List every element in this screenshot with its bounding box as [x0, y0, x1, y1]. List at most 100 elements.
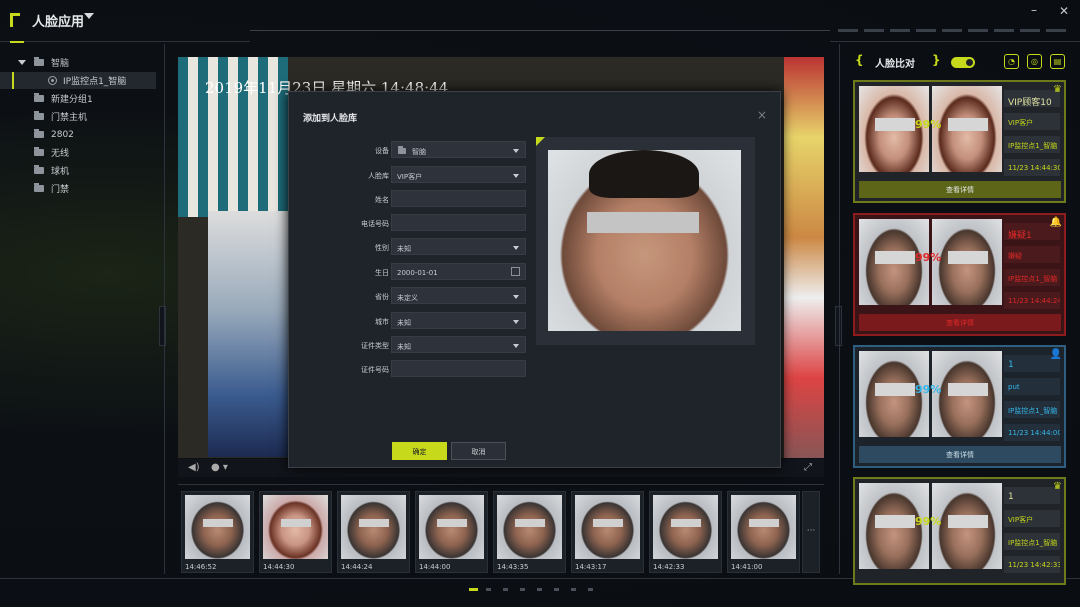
capture-thumbnail[interactable]: 14:43:35 — [493, 491, 566, 573]
bell-icon[interactable]: ◔ — [1004, 54, 1019, 69]
app-title[interactable]: 人脸应用 — [32, 11, 84, 30]
capture-time: 14:46:52 — [185, 563, 217, 571]
view-details-button[interactable]: 查看详情 — [859, 181, 1061, 198]
clipboard-icon[interactable]: ▤ — [1050, 54, 1065, 69]
privacy-mask — [875, 118, 915, 131]
header-ticks — [838, 29, 1068, 32]
device-select-value: 智脑 — [412, 148, 426, 156]
bell-icon: 🔔 — [1049, 217, 1062, 228]
face-compare-toggle[interactable] — [951, 57, 975, 68]
privacy-mask — [515, 519, 545, 527]
title-bracket-left: { — [855, 53, 864, 67]
phone-input[interactable] — [391, 214, 526, 231]
capture-thumbnail[interactable]: 14:44:24 — [337, 491, 410, 573]
tree-item-label: 新建分组1 — [51, 95, 93, 105]
field-label: 证件号码 — [361, 366, 389, 374]
capture-thumbnail[interactable]: 14:44:30 — [259, 491, 332, 573]
compare-result-card[interactable]: 99% 1 put IP监控点1_智脑 11/23 14:44:00 查看详情 👤 — [853, 345, 1066, 468]
left-divider — [164, 44, 165, 574]
page-dot[interactable] — [537, 588, 542, 591]
capture-time: 14:44:24 — [341, 563, 373, 571]
privacy-mask — [593, 519, 623, 527]
page-dot[interactable] — [469, 588, 478, 591]
tree-item-camera[interactable]: IP监控点1_智脑 — [0, 72, 156, 89]
page-dot[interactable] — [503, 588, 508, 591]
province-select[interactable]: 未定义 — [391, 287, 526, 304]
capture-face-image — [497, 495, 562, 559]
privacy-mask — [875, 383, 915, 396]
capture-time: 11/23 14:42:33 — [1004, 556, 1060, 573]
capture-face-image — [653, 495, 718, 559]
privacy-mask — [875, 251, 915, 264]
id-number-input[interactable] — [391, 360, 526, 377]
capture-thumbnail[interactable]: 14:46:52 — [181, 491, 254, 573]
expand-caret-icon[interactable] — [18, 60, 26, 65]
target-icon[interactable]: ◎ — [1027, 54, 1042, 69]
dialog-close-button[interactable]: × — [757, 108, 767, 122]
tree-item-label: 球机 — [51, 167, 70, 177]
device-tree: 智脑 IP监控点1_智脑 新建分组1 门禁主机 2802 无线 球机 门禁 — [0, 54, 156, 214]
capture-time: 11/23 14:44:00 — [1004, 424, 1060, 441]
view-details-button[interactable]: 查看详情 — [859, 446, 1061, 463]
device-select[interactable]: 智脑 — [391, 141, 526, 158]
compare-result-card[interactable]: 99% 1 VIP客户 IP监控点1_智脑 11/23 14:42:33 ♛ — [853, 477, 1066, 585]
capture-time: 14:43:35 — [497, 563, 529, 571]
page-dot[interactable] — [520, 588, 525, 591]
tree-item-label: 无线 — [51, 149, 70, 159]
video-scene-fridge — [208, 211, 288, 457]
privacy-mask — [948, 251, 988, 264]
tree-item-folder[interactable]: 无线 — [0, 144, 156, 161]
speaker-icon[interactable]: ◀) — [188, 462, 200, 473]
more-captures-button[interactable]: ··· — [802, 491, 820, 573]
minimize-button[interactable]: – — [1031, 3, 1037, 17]
face-library-name: VIP客户 — [1004, 510, 1060, 527]
app-menu-caret-icon[interactable] — [84, 13, 94, 19]
video-scene-shelf — [784, 57, 824, 458]
tree-item-label: 门禁 — [51, 185, 70, 195]
capture-thumbnail[interactable]: 14:44:00 — [415, 491, 488, 573]
privacy-mask — [437, 519, 467, 527]
birthday-input[interactable]: 2000-01-01 — [391, 263, 526, 280]
capture-thumbnail[interactable]: 14:42:33 — [649, 491, 722, 573]
capture-time: 14:42:33 — [653, 563, 685, 571]
crown-icon: ♛ — [1053, 481, 1062, 492]
tree-item-folder[interactable]: 球机 — [0, 162, 156, 179]
light-icon[interactable]: ● ▾ — [211, 462, 228, 473]
compare-result-card[interactable]: 99% 嫌疑1 嫌疑 IP监控点1_智脑 11/23 14:44:24 查看详情 🔔 — [853, 213, 1066, 336]
fullscreen-icon[interactable]: ⤢ — [804, 462, 812, 473]
page-dot[interactable] — [588, 588, 593, 591]
confirm-button[interactable]: 确定 — [392, 442, 447, 460]
calendar-icon[interactable] — [511, 267, 520, 276]
tree-item-root[interactable]: 智脑 — [0, 54, 156, 71]
privacy-mask — [359, 519, 389, 527]
privacy-mask — [749, 519, 779, 527]
name-input[interactable] — [391, 190, 526, 207]
page-dot[interactable] — [554, 588, 559, 591]
page-dot[interactable] — [571, 588, 576, 591]
field-label: 证件类型 — [361, 342, 389, 350]
capture-time: 14:41:00 — [731, 563, 763, 571]
gender-select[interactable]: 未知 — [391, 238, 526, 255]
compare-result-card[interactable]: 99% VIP顾客10 VIP客户 IP监控点1_智脑 11/23 14:44:30 查看… — [853, 80, 1066, 203]
field-label: 人脸库 — [368, 172, 389, 180]
cancel-button[interactable]: 取消 — [451, 442, 506, 460]
page-dot[interactable] — [486, 588, 491, 591]
capture-thumbnail[interactable]: 14:43:17 — [571, 491, 644, 573]
dialog-title: 添加到人脸库 — [303, 114, 358, 124]
face-library-name: VIP客户 — [1004, 113, 1060, 130]
folder-icon — [34, 147, 44, 156]
face-library-select[interactable]: VIP客户 — [391, 166, 526, 183]
tree-item-folder[interactable]: 门禁 — [0, 180, 156, 197]
city-select[interactable]: 未知 — [391, 312, 526, 329]
camera-icon — [48, 76, 57, 85]
close-window-button[interactable]: ✕ — [1059, 4, 1069, 18]
tree-item-folder[interactable]: 新建分组1 — [0, 90, 156, 107]
capture-face-image — [341, 495, 406, 559]
capture-thumbnail[interactable]: 14:41:00 — [727, 491, 800, 573]
tree-item-folder[interactable]: 门禁主机 — [0, 108, 156, 125]
right-divider — [839, 44, 840, 574]
tree-item-folder[interactable]: 2802 — [0, 126, 156, 143]
view-details-button[interactable]: 查看详情 — [859, 314, 1061, 331]
capture-face-image — [575, 495, 640, 559]
id-type-select[interactable]: 未知 — [391, 336, 526, 353]
